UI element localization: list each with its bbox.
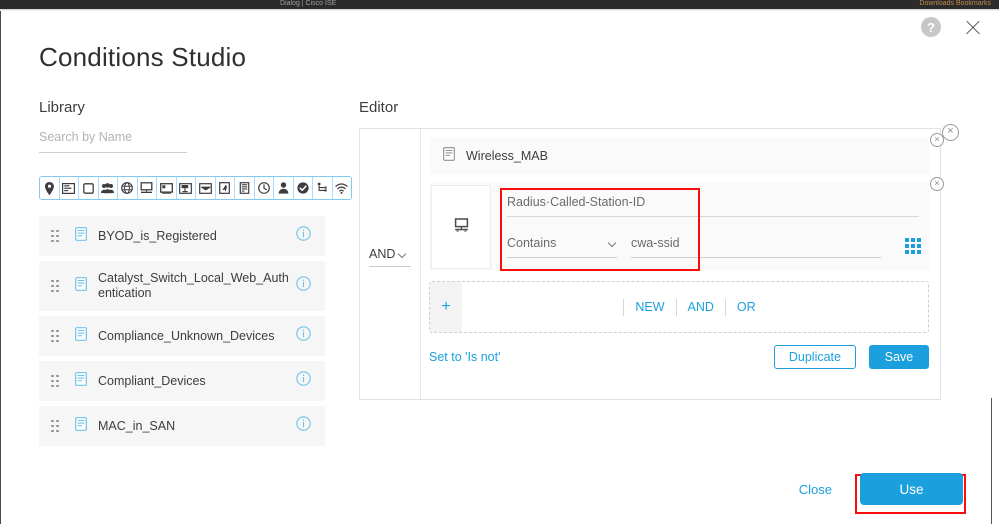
filter-group-users-icon[interactable] xyxy=(98,177,118,199)
filter-check-circle-icon[interactable] xyxy=(293,177,313,199)
operator-value: Contains xyxy=(507,236,557,250)
list-item[interactable]: Compliant_Devices xyxy=(39,361,325,401)
value-picker-grid-icon[interactable] xyxy=(905,238,921,254)
editor-heading: Editor xyxy=(359,99,399,116)
browser-tab-title: Dialog | Cisco ISE xyxy=(280,0,337,7)
value-field[interactable]: cwa-ssid xyxy=(631,236,881,258)
page-title: Conditions Studio xyxy=(39,42,247,72)
library-list: BYOD_is_Registered Catalyst_Switch_Local… xyxy=(39,216,325,451)
condition-doc-icon xyxy=(75,416,87,436)
conditions-studio-dialog: Dialog | Cisco ISE Downloads Bookmarks ?… xyxy=(0,0,999,524)
list-item[interactable]: BYOD_is_Registered xyxy=(39,216,325,256)
add-condition-row: + NEW AND OR xyxy=(429,281,929,333)
filter-square-outline-icon[interactable] xyxy=(79,177,99,199)
condition-doc-icon xyxy=(75,326,87,346)
network-device-icon xyxy=(454,217,469,237)
condition-dictionary-icon-box[interactable] xyxy=(431,185,491,269)
close-icon[interactable] xyxy=(963,17,983,37)
chevron-down-icon xyxy=(398,250,407,259)
list-item[interactable]: Catalyst_Switch_Local_Web_Authentication xyxy=(39,261,325,311)
window-controls: ? xyxy=(921,17,983,37)
drag-handle-icon[interactable] xyxy=(51,374,63,388)
editor-panel: AND Wireless_MAB Radius·Called-Station-I… xyxy=(359,128,941,400)
condition-doc-icon xyxy=(75,371,87,391)
filter-window-card-icon[interactable] xyxy=(59,177,79,199)
dialog-actions: Close Use xyxy=(799,473,963,505)
list-item-label: Catalyst_Switch_Local_Web_Authentication xyxy=(98,271,289,300)
remove-condition-icon[interactable]: × xyxy=(930,177,944,191)
search-input[interactable] xyxy=(39,130,187,144)
rule-column: Wireless_MAB Radius·Called-Station-ID Co… xyxy=(421,129,940,399)
info-icon[interactable] xyxy=(296,416,311,436)
filter-icon-bar xyxy=(39,176,352,200)
close-button[interactable]: Close xyxy=(799,482,832,497)
editor-footer-buttons: Duplicate Save xyxy=(773,345,929,369)
rule-header[interactable]: Wireless_MAB xyxy=(429,137,929,175)
filter-location-pin-icon[interactable] xyxy=(40,177,60,199)
search-field-wrapper xyxy=(39,128,187,153)
logic-operator-value: AND xyxy=(369,247,396,261)
rule-name-label: Wireless_MAB xyxy=(466,149,548,163)
library-panel: BYOD_is_Registered Catalyst_Switch_Local… xyxy=(39,128,352,446)
info-icon[interactable] xyxy=(296,326,311,346)
list-item-label: BYOD_is_Registered xyxy=(98,228,217,243)
help-icon[interactable]: ? xyxy=(921,17,941,37)
attribute-field[interactable]: Radius·Called-Station-ID xyxy=(507,195,919,217)
filter-wifi-icon[interactable] xyxy=(332,177,351,199)
logic-operator-select[interactable]: AND xyxy=(369,247,411,267)
logic-operator-column: AND xyxy=(360,129,421,399)
list-item-label: MAC_in_SAN xyxy=(98,418,176,433)
library-heading: Library xyxy=(39,99,85,116)
use-button[interactable]: Use xyxy=(860,473,963,505)
info-icon[interactable] xyxy=(296,371,311,391)
condition-doc-icon xyxy=(75,226,87,246)
filter-mail-icon[interactable] xyxy=(196,177,216,199)
operator-select[interactable]: Contains xyxy=(507,236,617,258)
filter-certificate-icon[interactable] xyxy=(215,177,235,199)
list-item[interactable]: MAC_in_SAN xyxy=(39,406,325,446)
filter-clock-icon[interactable] xyxy=(254,177,274,199)
save-button[interactable]: Save xyxy=(869,345,929,369)
add-condition-button[interactable]: + xyxy=(430,282,462,332)
and-condition-button[interactable]: AND xyxy=(675,298,725,316)
drag-handle-icon[interactable] xyxy=(51,329,63,343)
drag-handle-icon[interactable] xyxy=(51,229,63,243)
chevron-down-icon xyxy=(608,239,617,248)
remove-rule-group-icon[interactable]: × xyxy=(942,124,959,141)
list-item-label: Compliance_Unknown_Devices xyxy=(98,328,275,343)
chrome-shadow xyxy=(0,9,999,11)
filter-person-icon[interactable] xyxy=(274,177,294,199)
window-frame-right xyxy=(991,398,992,524)
editor-footer: Set to 'Is not' Duplicate Save xyxy=(429,345,929,369)
list-item[interactable]: Compliance_Unknown_Devices xyxy=(39,316,325,356)
condition-doc-icon xyxy=(75,276,87,296)
add-condition-operators: NEW AND OR xyxy=(462,282,928,332)
filter-network-device-icon[interactable] xyxy=(137,177,157,199)
list-item-label: Compliant_Devices xyxy=(98,373,206,388)
remove-rule-icon[interactable]: × xyxy=(930,133,944,147)
set-is-not-link[interactable]: Set to 'Is not' xyxy=(429,350,500,364)
drag-handle-icon[interactable] xyxy=(51,279,63,293)
info-icon[interactable] xyxy=(296,226,311,246)
condition-row: Radius·Called-Station-ID Contains cwa-ss… xyxy=(429,183,929,271)
browser-chrome-strip: Dialog | Cisco ISE Downloads Bookmarks xyxy=(0,0,999,9)
filter-printer-icon[interactable] xyxy=(176,177,196,199)
filter-desktop-icon[interactable] xyxy=(157,177,177,199)
or-condition-button[interactable]: OR xyxy=(724,298,767,316)
drag-handle-icon[interactable] xyxy=(51,419,63,433)
filter-server-icon[interactable] xyxy=(235,177,255,199)
duplicate-button[interactable]: Duplicate xyxy=(773,345,856,369)
filter-globe-icon[interactable] xyxy=(118,177,138,199)
filter-topology-icon[interactable] xyxy=(313,177,333,199)
rule-editor-card: AND Wireless_MAB Radius·Called-Station-I… xyxy=(359,128,941,400)
condition-doc-icon xyxy=(443,146,455,166)
window-frame-left xyxy=(0,11,1,524)
new-condition-button[interactable]: NEW xyxy=(623,298,675,316)
condition-fields: Radius·Called-Station-ID Contains cwa-ss… xyxy=(491,183,929,271)
browser-toolbar-hint: Downloads Bookmarks xyxy=(919,0,991,7)
info-icon[interactable] xyxy=(296,276,311,296)
